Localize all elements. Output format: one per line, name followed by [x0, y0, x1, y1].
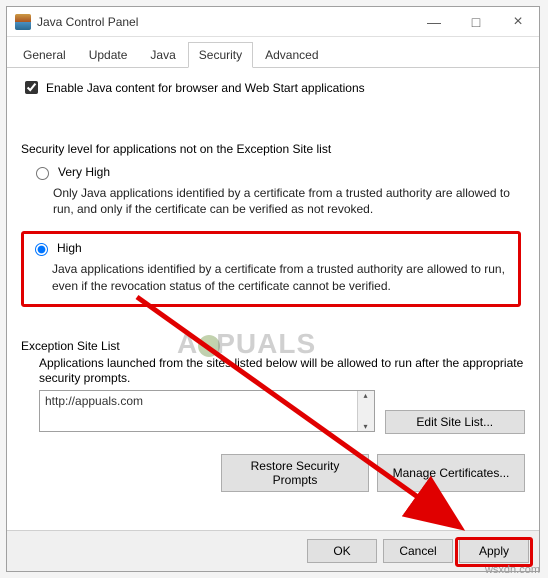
security-panel: Enable Java content for browser and Web … — [7, 68, 539, 530]
tab-update[interactable]: Update — [78, 42, 139, 68]
very-high-radio-row[interactable]: Very High — [31, 164, 525, 180]
tab-advanced[interactable]: Advanced — [254, 42, 329, 68]
maximize-button[interactable]: □ — [455, 7, 497, 36]
manage-certificates-button[interactable]: Manage Certificates... — [377, 454, 525, 492]
window-controls: — □ × — [413, 7, 539, 36]
titlebar: Java Control Panel — □ × — [7, 7, 539, 37]
exception-list-title: Exception Site List — [21, 339, 525, 353]
site-list-scrollbar[interactable]: ▴ ▾ — [357, 391, 374, 431]
high-highlight-box: High Java applications identified by a c… — [21, 231, 521, 306]
very-high-radio[interactable] — [36, 167, 49, 180]
enable-java-checkbox[interactable] — [25, 81, 38, 94]
tab-strip: General Update Java Security Advanced — [7, 37, 539, 68]
very-high-label: Very High — [58, 165, 110, 179]
high-radio[interactable] — [35, 243, 48, 256]
high-desc: Java applications identified by a certif… — [52, 261, 510, 293]
edit-site-list-button[interactable]: Edit Site List... — [385, 410, 525, 434]
enable-java-label: Enable Java content for browser and Web … — [46, 81, 365, 95]
restore-security-prompts-button[interactable]: Restore Security Prompts — [221, 454, 369, 492]
very-high-block: Very High Only Java applications identif… — [31, 164, 525, 217]
scroll-up-icon[interactable]: ▴ — [358, 391, 374, 400]
high-block: High Java applications identified by a c… — [30, 240, 510, 293]
site-list-box[interactable]: http://appuals.com ▴ ▾ — [39, 390, 375, 432]
close-button[interactable]: × — [497, 7, 539, 36]
ok-button[interactable]: OK — [307, 539, 377, 563]
enable-java-row[interactable]: Enable Java content for browser and Web … — [21, 78, 525, 97]
minimize-button[interactable]: — — [413, 7, 455, 36]
exception-list-desc: Applications launched from the sites lis… — [39, 356, 525, 387]
cancel-button[interactable]: Cancel — [383, 539, 453, 563]
window-title: Java Control Panel — [37, 15, 413, 29]
tab-java[interactable]: Java — [139, 42, 186, 68]
java-icon — [15, 14, 31, 30]
tab-security[interactable]: Security — [188, 42, 253, 68]
site-list-row: http://appuals.com ▴ ▾ Edit Site List... — [39, 390, 525, 434]
security-action-row: Restore Security Prompts Manage Certific… — [21, 454, 525, 492]
scroll-down-icon[interactable]: ▾ — [358, 422, 374, 431]
tab-general[interactable]: General — [12, 42, 77, 68]
dialog-footer: OK Cancel Apply — [7, 531, 539, 571]
apply-button[interactable]: Apply — [459, 539, 529, 563]
site-list-item-0: http://appuals.com — [40, 391, 357, 431]
very-high-desc: Only Java applications identified by a c… — [53, 185, 525, 217]
security-level-heading: Security level for applications not on t… — [21, 142, 525, 156]
high-label: High — [57, 241, 82, 255]
java-control-panel-window: Java Control Panel — □ × General Update … — [6, 6, 540, 572]
high-radio-row[interactable]: High — [30, 240, 510, 256]
